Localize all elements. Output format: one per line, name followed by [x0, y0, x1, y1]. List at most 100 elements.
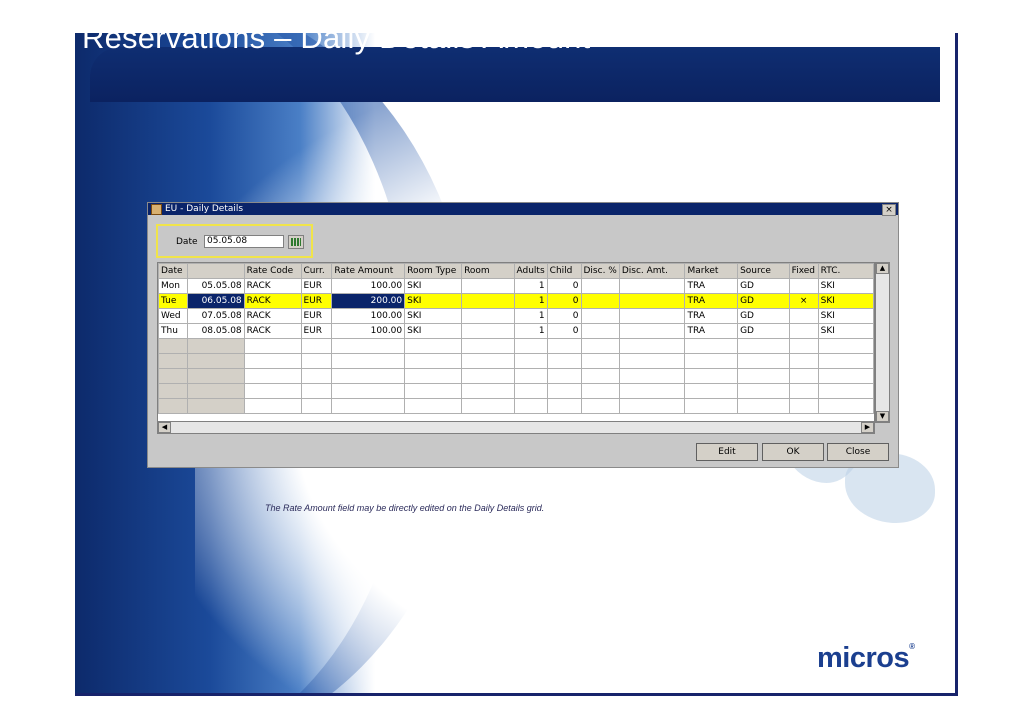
slide-caption: The Rate Amount field may be directly ed…	[265, 503, 545, 513]
empty-cell	[737, 338, 790, 354]
column-header[interactable]: Fixed	[788, 263, 819, 279]
cell-amount[interactable]: 100.00	[331, 323, 406, 339]
column-header[interactable]: Room Type	[404, 263, 463, 279]
cell-rate-code: RACK	[243, 278, 302, 294]
empty-row[interactable]	[158, 383, 875, 399]
column-header[interactable]: Room	[461, 263, 515, 279]
cell-rtc: SKI	[817, 293, 875, 309]
empty-row[interactable]	[158, 338, 875, 354]
empty-cell	[404, 383, 463, 399]
cell-disc-amt	[618, 308, 686, 324]
cell-child: 0	[546, 278, 582, 294]
empty-cell	[513, 383, 548, 399]
calendar-icon[interactable]	[288, 235, 304, 249]
cell-room	[461, 293, 515, 309]
scroll-down-icon[interactable]: ▼	[876, 411, 889, 422]
close-icon[interactable]: ×	[882, 204, 896, 216]
date-input[interactable]: 05.05.08	[204, 235, 284, 248]
empty-cell	[158, 368, 188, 384]
empty-cell	[817, 338, 875, 354]
empty-cell	[546, 338, 582, 354]
cell-rtc: SKI	[817, 308, 875, 324]
cell-rate-code: RACK	[243, 293, 302, 309]
empty-row[interactable]	[158, 368, 875, 384]
empty-cell	[788, 398, 819, 414]
column-header[interactable]: Child	[546, 263, 582, 279]
column-header[interactable]: Market	[684, 263, 739, 279]
empty-cell	[580, 338, 620, 354]
empty-cell	[461, 383, 515, 399]
column-header[interactable]: Disc. %	[580, 263, 620, 279]
empty-cell	[737, 383, 790, 399]
cell-disc-pct	[580, 278, 620, 294]
table-row[interactable]: Tue 06.05.08 RACK EUR 200.00 SKI 1 0 TRA GD × SKI	[158, 293, 875, 309]
column-header[interactable]: Curr.	[300, 263, 333, 279]
table-row[interactable]: Thu 08.05.08 RACK EUR 100.00 SKI 1 0 TRA GD SKI	[158, 323, 875, 339]
app-icon	[151, 203, 162, 215]
cell-fixed	[788, 323, 819, 339]
cell-date: 06.05.08	[186, 293, 245, 309]
empty-row[interactable]	[158, 353, 875, 369]
vertical-scrollbar[interactable]: ▲ ▼	[875, 262, 890, 423]
table-row[interactable]: Mon 05.05.08 RACK EUR 100.00 SKI 1 0 TRA GD SKI	[158, 278, 875, 294]
empty-cell	[737, 398, 790, 414]
scroll-right-icon[interactable]: ▶	[861, 422, 874, 433]
column-header[interactable]: RTC.	[817, 263, 875, 279]
empty-row[interactable]	[158, 398, 875, 414]
scroll-up-icon[interactable]: ▲	[876, 263, 889, 274]
edit-button[interactable]: Edit	[696, 443, 758, 461]
cell-disc-pct	[580, 308, 620, 324]
date-filter: Date 05.05.08	[156, 224, 313, 258]
cell-fixed	[788, 308, 819, 324]
empty-cell	[513, 338, 548, 354]
cell-market: TRA	[684, 293, 739, 309]
empty-cell	[404, 368, 463, 384]
empty-cell	[243, 368, 302, 384]
scroll-left-icon[interactable]: ◀	[158, 422, 171, 433]
empty-cell	[618, 368, 686, 384]
empty-cell	[300, 383, 333, 399]
empty-cell	[546, 398, 582, 414]
empty-cell	[158, 338, 188, 354]
empty-cell	[404, 353, 463, 369]
empty-cell	[546, 353, 582, 369]
empty-cell	[300, 353, 333, 369]
column-header[interactable]: Date	[158, 263, 188, 279]
cell-amount[interactable]: 100.00	[331, 308, 406, 324]
table-row[interactable]: Wed 07.05.08 RACK EUR 100.00 SKI 1 0 TRA GD SKI	[158, 308, 875, 324]
cell-day: Tue	[158, 293, 188, 309]
cell-child: 0	[546, 293, 582, 309]
empty-cell	[684, 398, 739, 414]
ok-button[interactable]: OK	[762, 443, 824, 461]
window-title: EU - Daily Details	[165, 204, 244, 214]
empty-cell	[186, 383, 245, 399]
close-button[interactable]: Close	[827, 443, 889, 461]
cell-curr: EUR	[300, 308, 333, 324]
cell-rate-code: RACK	[243, 308, 302, 324]
logo-text: micros	[817, 642, 910, 674]
cell-amount[interactable]: 200.00	[331, 293, 406, 309]
cell-date: 08.05.08	[186, 323, 245, 339]
cell-amount[interactable]: 100.00	[331, 278, 406, 294]
column-header[interactable]: Adults	[513, 263, 548, 279]
horizontal-scrollbar[interactable]: ◀ ▶	[157, 421, 875, 434]
column-header[interactable]: Rate Amount	[331, 263, 406, 279]
column-header[interactable]: Rate Code	[243, 263, 302, 279]
empty-cell	[300, 338, 333, 354]
empty-cell	[331, 353, 406, 369]
column-header[interactable]	[186, 263, 245, 279]
column-header[interactable]: Source	[737, 263, 790, 279]
column-header[interactable]: Disc. Amt.	[618, 263, 686, 279]
cell-room-type: SKI	[404, 308, 463, 324]
cell-room-type: SKI	[404, 293, 463, 309]
empty-cell	[243, 398, 302, 414]
cell-child: 0	[546, 308, 582, 324]
cell-market: TRA	[684, 278, 739, 294]
cell-day: Mon	[158, 278, 188, 294]
empty-cell	[684, 338, 739, 354]
empty-cell	[158, 353, 188, 369]
empty-cell	[186, 398, 245, 414]
empty-cell	[737, 353, 790, 369]
cell-date: 05.05.08	[186, 278, 245, 294]
cell-fixed	[788, 278, 819, 294]
